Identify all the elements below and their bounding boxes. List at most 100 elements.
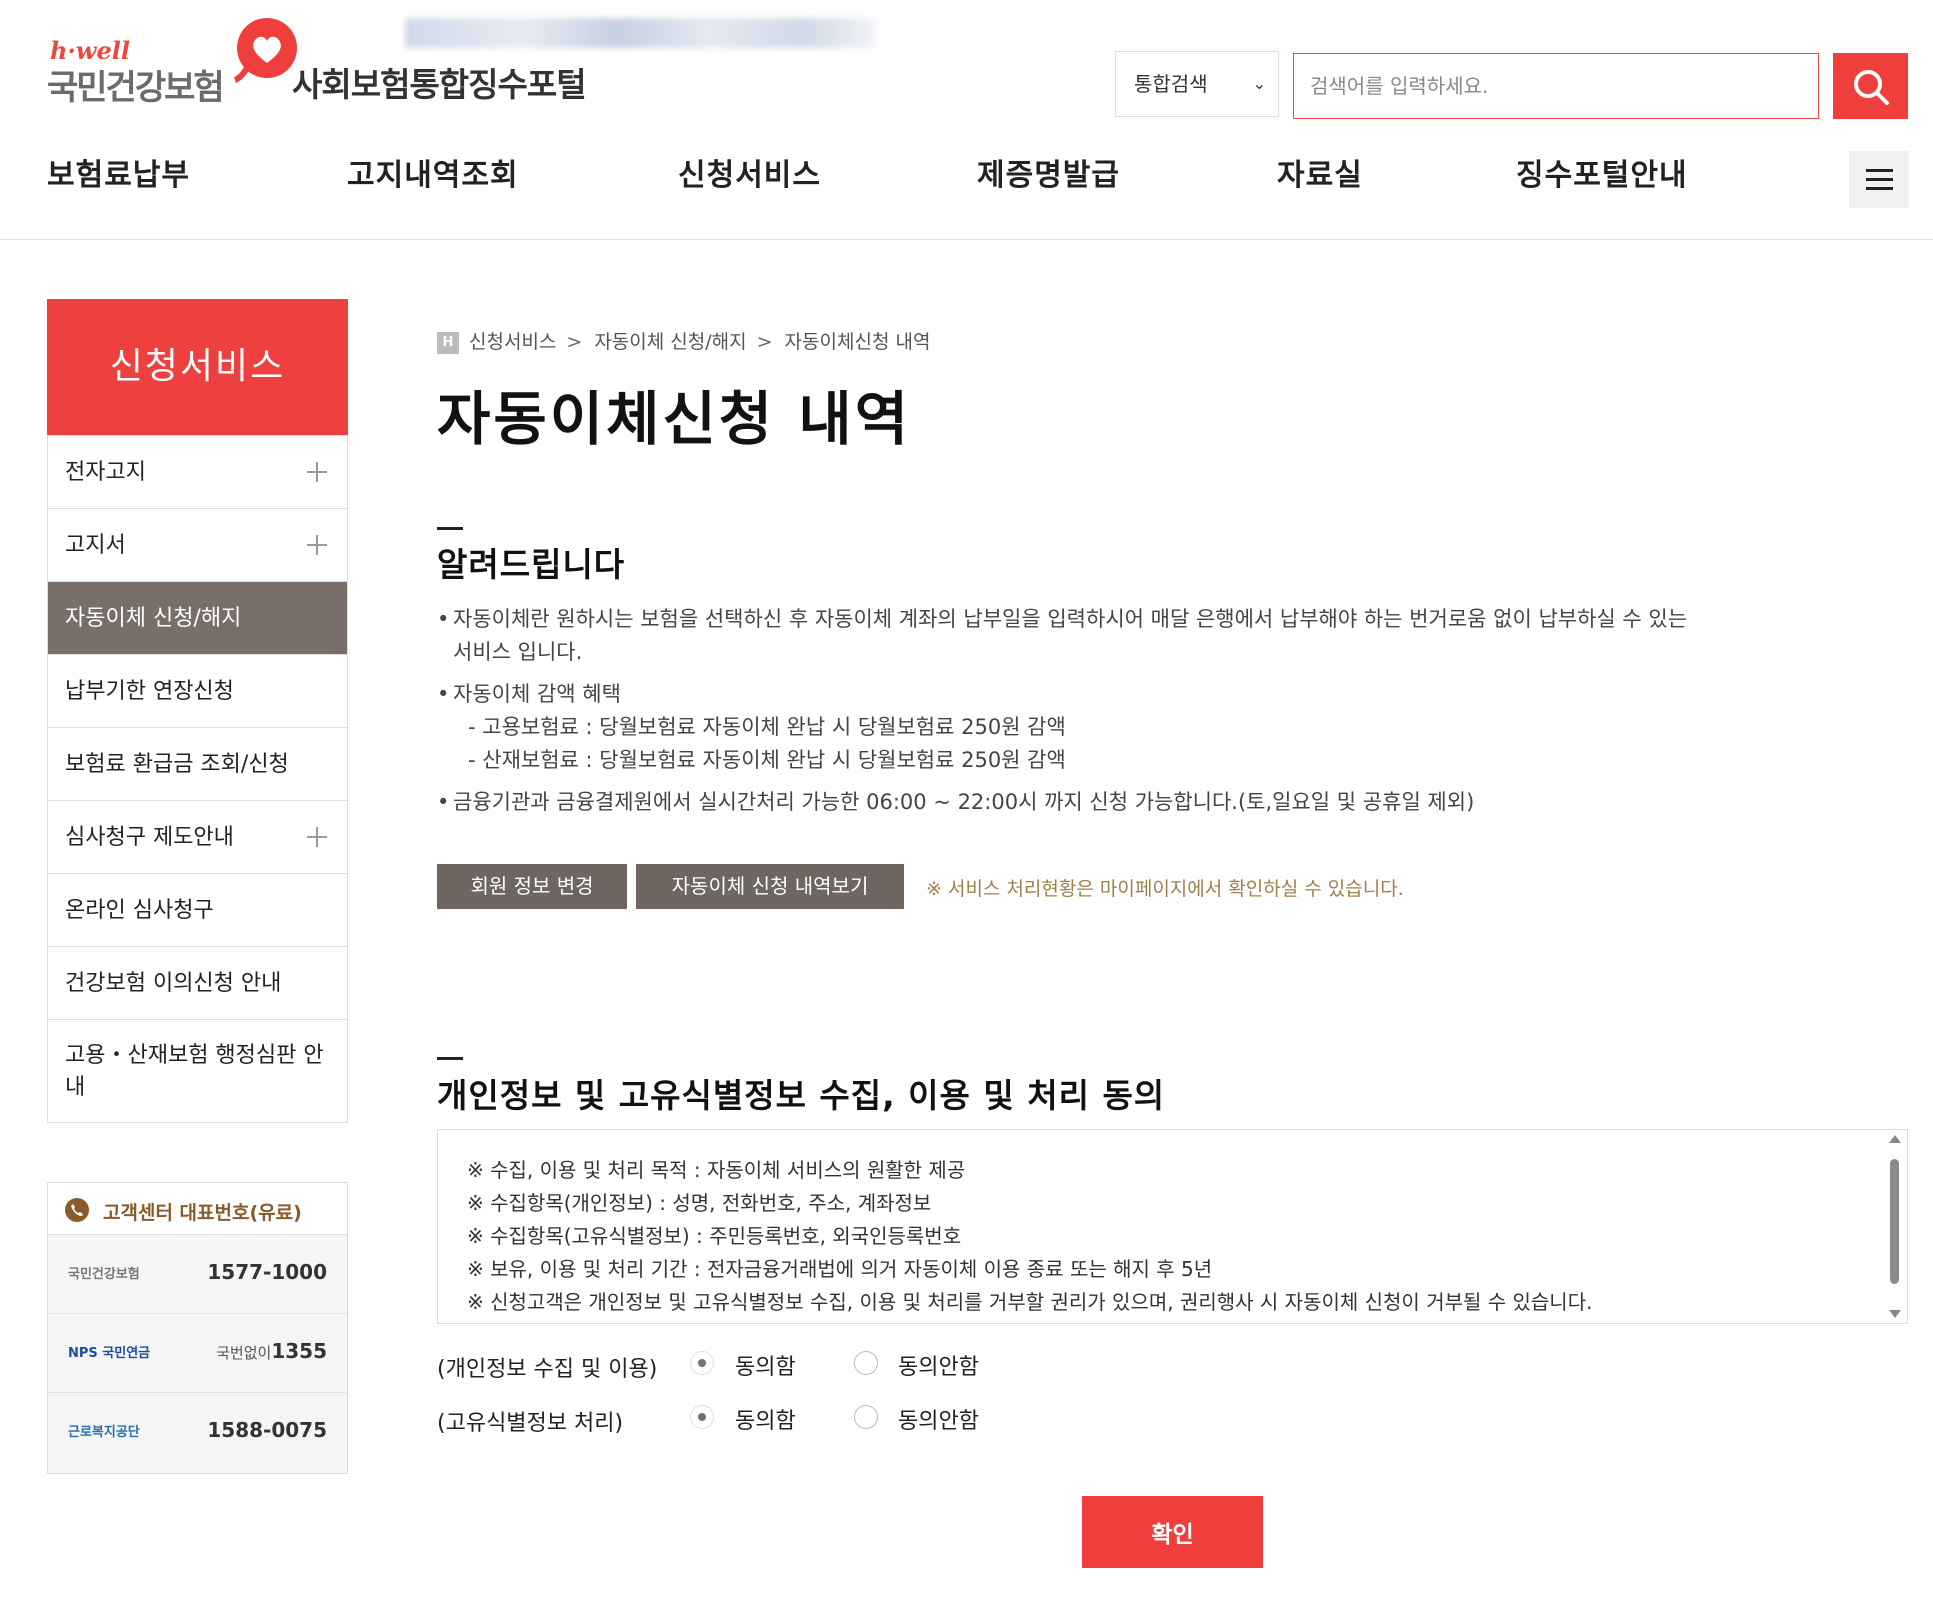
agree-radio[interactable] xyxy=(690,1405,714,1429)
search-icon xyxy=(1854,70,1889,105)
lnb-item-e-notice[interactable]: 전자고지 xyxy=(48,435,347,508)
site-header: h·well 국민건강보험 사회보험통합징수포털 통합검색 ⌄ 보험료납부 고지… xyxy=(0,0,1933,240)
view-history-button[interactable]: 자동이체 신청 내역보기 xyxy=(636,864,904,909)
breadcrumb-separator: > xyxy=(566,331,583,353)
terms-line: ※ 보유, 이용 및 처리 기간 : 전자금융거래법에 의거 자동이체 이용 종… xyxy=(467,1257,1213,1281)
lnb-item-label: 보험료 환급금 조회/신청 xyxy=(65,752,289,777)
notice-subline: - 산재보험료 : 당월보험료 자동이체 완납 시 당월보험료 250원 감액 xyxy=(468,748,1066,772)
scroll-up-icon[interactable] xyxy=(1889,1135,1901,1143)
lnb-item-online-review[interactable]: 온라인 심사청구 xyxy=(48,873,347,946)
disagree-label[interactable]: 동의안함 xyxy=(898,1349,979,1381)
lnb-list: 전자고지 고지서 자동이체 신청/해지 납부기한 연장신청 보험료 환급금 조회… xyxy=(47,435,348,1123)
notice-content: 자동이체란 원하시는 보험을 선택하신 후 자동이체 계좌의 납부일을 입력하시… xyxy=(437,603,1897,819)
cs-number: 1577-1000 xyxy=(207,1260,327,1284)
lnb-item-notice[interactable]: 고지서 xyxy=(48,508,347,581)
section-bar xyxy=(437,1057,463,1060)
terms-line: ※ 수집, 이용 및 처리 목적 : 자동이체 서비스의 원활한 제공 xyxy=(467,1158,966,1182)
section-bar xyxy=(437,527,463,530)
lnb-item-label: 건강보험 이의신청 안내 xyxy=(65,971,282,996)
chevron-down-icon: ⌄ xyxy=(1252,74,1266,93)
phone-icon xyxy=(65,1198,89,1222)
search-scope-select[interactable]: 통합검색 ⌄ xyxy=(1115,51,1279,117)
gnb-item-payment[interactable]: 보험료납부 xyxy=(47,150,190,194)
customer-center: 고객센터 대표번호(유료) 국민건강보험 1577-1000 NPS 국민연금 … xyxy=(47,1182,348,1474)
agree-radio[interactable] xyxy=(690,1351,714,1375)
home-icon[interactable]: H xyxy=(437,331,459,354)
scroll-down-icon[interactable] xyxy=(1889,1310,1901,1318)
terms-scrollbar[interactable] xyxy=(1887,1135,1901,1318)
consent-label: (개인정보 수집 및 이용) xyxy=(437,1357,658,1382)
gnb-item-library[interactable]: 자료실 xyxy=(1277,150,1363,194)
lnb-item-label: 납부기한 연장신청 xyxy=(65,679,234,704)
search-input[interactable] xyxy=(1293,53,1819,119)
gnb-item-certificates[interactable]: 제증명발급 xyxy=(977,150,1120,194)
cs-row-nps: NPS 국민연금 국번없이1355 xyxy=(48,1314,347,1393)
agree-label[interactable]: 동의함 xyxy=(735,1349,796,1381)
lnb-item-label: 심사청구 제도안내 xyxy=(65,825,234,850)
terms-line: ※ 수집항목(고유식별정보) : 주민등록번호, 외국인등록번호 xyxy=(467,1224,962,1248)
search-scope-value: 통합검색 xyxy=(1134,72,1208,96)
lnb-title: 신청서비스 xyxy=(47,299,348,435)
consent-row-personal: (개인정보 수집 및 이용) 동의함 동의안함 xyxy=(437,1345,1237,1385)
plus-icon[interactable] xyxy=(307,535,327,555)
menu-icon[interactable] xyxy=(1849,151,1909,208)
lnb-item-label: 온라인 심사청구 xyxy=(65,898,214,923)
lnb-item-auto-transfer[interactable]: 자동이체 신청/해지 xyxy=(48,581,347,654)
terms-text: ※ 수집, 이용 및 처리 목적 : 자동이체 서비스의 원활한 제공 ※ 수집… xyxy=(467,1154,1592,1319)
cs-number-prefix: 국번없이 xyxy=(216,1344,272,1362)
disagree-label[interactable]: 동의안함 xyxy=(898,1403,979,1435)
notice-line: 금융기관과 금융결제원에서 실시간처리 가능한 06:00 ~ 22:00시 까… xyxy=(437,786,1897,819)
lnb-item-label: 자동이체 신청/해지 xyxy=(65,606,242,631)
gnb-item-portal-info[interactable]: 징수포털안내 xyxy=(1516,150,1688,194)
page-title: 자동이체신청 내역 xyxy=(437,385,912,453)
nps-logo: NPS 국민연금 xyxy=(68,1346,151,1361)
cs-row-nhis: 국민건강보험 1577-1000 xyxy=(48,1235,347,1314)
consent-row-unique-id: (고유식별정보 처리) 동의함 동의안함 xyxy=(437,1399,1237,1439)
notice-subline: - 고용보험료 : 당월보험료 자동이체 완납 시 당월보험료 250원 감액 xyxy=(468,715,1066,739)
portal-title: 사회보험통합징수포털 xyxy=(292,65,587,104)
customer-center-header: 고객센터 대표번호(유료) xyxy=(48,1183,347,1235)
breadcrumb-item-current: 자동이체신청 내역 xyxy=(784,331,931,353)
lnb-item-review-guide[interactable]: 심사청구 제도안내 xyxy=(48,800,347,873)
nhis-small-logo: 국민건강보험 xyxy=(68,1267,140,1282)
gnb-item-application[interactable]: 신청서비스 xyxy=(678,150,821,194)
disagree-radio[interactable] xyxy=(854,1405,878,1429)
side-navigation: 신청서비스 전자고지 고지서 자동이체 신청/해지 납부기한 연장신청 보험료 … xyxy=(47,299,348,1123)
plus-icon[interactable] xyxy=(307,827,327,847)
comwel-logo: 근로복지공단 xyxy=(68,1425,140,1440)
heart-icon xyxy=(233,18,297,83)
blurred-banner xyxy=(405,18,875,48)
nhis-logo[interactable]: h·well 국민건강보험 xyxy=(47,16,297,108)
gnb-item-notice-inquiry[interactable]: 고지내역조회 xyxy=(347,150,519,194)
lnb-item-objection-guide[interactable]: 건강보험 이의신청 안내 xyxy=(48,946,347,1019)
consent-label: (고유식별정보 처리) xyxy=(437,1411,624,1436)
terms-box[interactable]: ※ 수집, 이용 및 처리 목적 : 자동이체 서비스의 원활한 제공 ※ 수집… xyxy=(437,1129,1908,1324)
member-info-button[interactable]: 회원 정보 변경 xyxy=(437,864,627,909)
notice-line: 자동이체 감액 혜택 xyxy=(437,678,1897,711)
lnb-item-administrative-appeal[interactable]: 고용・산재보험 행정심판 안내 xyxy=(48,1019,347,1122)
notice-title: 알려드립니다 xyxy=(437,545,626,584)
lnb-item-refund[interactable]: 보험료 환급금 조회/신청 xyxy=(48,727,347,800)
scroll-thumb[interactable] xyxy=(1890,1159,1899,1284)
breadcrumb-item[interactable]: 신청서비스 xyxy=(469,331,556,353)
confirm-button[interactable]: 확인 xyxy=(1082,1496,1263,1568)
lnb-item-deadline-extension[interactable]: 납부기한 연장신청 xyxy=(48,654,347,727)
terms-line: ※ 신청고객은 개인정보 및 고유식별정보 수집, 이용 및 처리를 거부할 권… xyxy=(467,1290,1593,1314)
service-note: ※ 서비스 처리현황은 마이페이지에서 확인하실 수 있습니다. xyxy=(926,878,1404,900)
logo-name: 국민건강보험 xyxy=(47,68,225,108)
cs-number-value: 1355 xyxy=(271,1339,327,1363)
search-button[interactable] xyxy=(1833,53,1908,119)
disagree-radio[interactable] xyxy=(854,1351,878,1375)
cs-row-comwel: 근로복지공단 1588-0075 xyxy=(48,1393,347,1472)
plus-icon[interactable] xyxy=(307,462,327,482)
main-navigation: 보험료납부 고지내역조회 신청서비스 제증명발급 자료실 징수포털안내 xyxy=(0,150,1933,210)
lnb-item-label: 고지서 xyxy=(65,533,126,558)
consent-title: 개인정보 및 고유식별정보 수집, 이용 및 처리 동의 xyxy=(437,1076,1166,1115)
cs-number: 국번없이1355 xyxy=(216,1339,327,1363)
breadcrumb-item[interactable]: 자동이체 신청/해지 xyxy=(594,331,746,353)
cs-number: 1588-0075 xyxy=(207,1418,327,1442)
terms-line: ※ 수집항목(개인정보) : 성명, 전화번호, 주소, 계좌정보 xyxy=(467,1191,932,1215)
breadcrumb: H 신청서비스 > 자동이체 신청/해지 > 자동이체신청 내역 xyxy=(437,327,930,354)
customer-center-title: 고객센터 대표번호(유료) xyxy=(103,1202,302,1224)
agree-label[interactable]: 동의함 xyxy=(735,1403,796,1435)
